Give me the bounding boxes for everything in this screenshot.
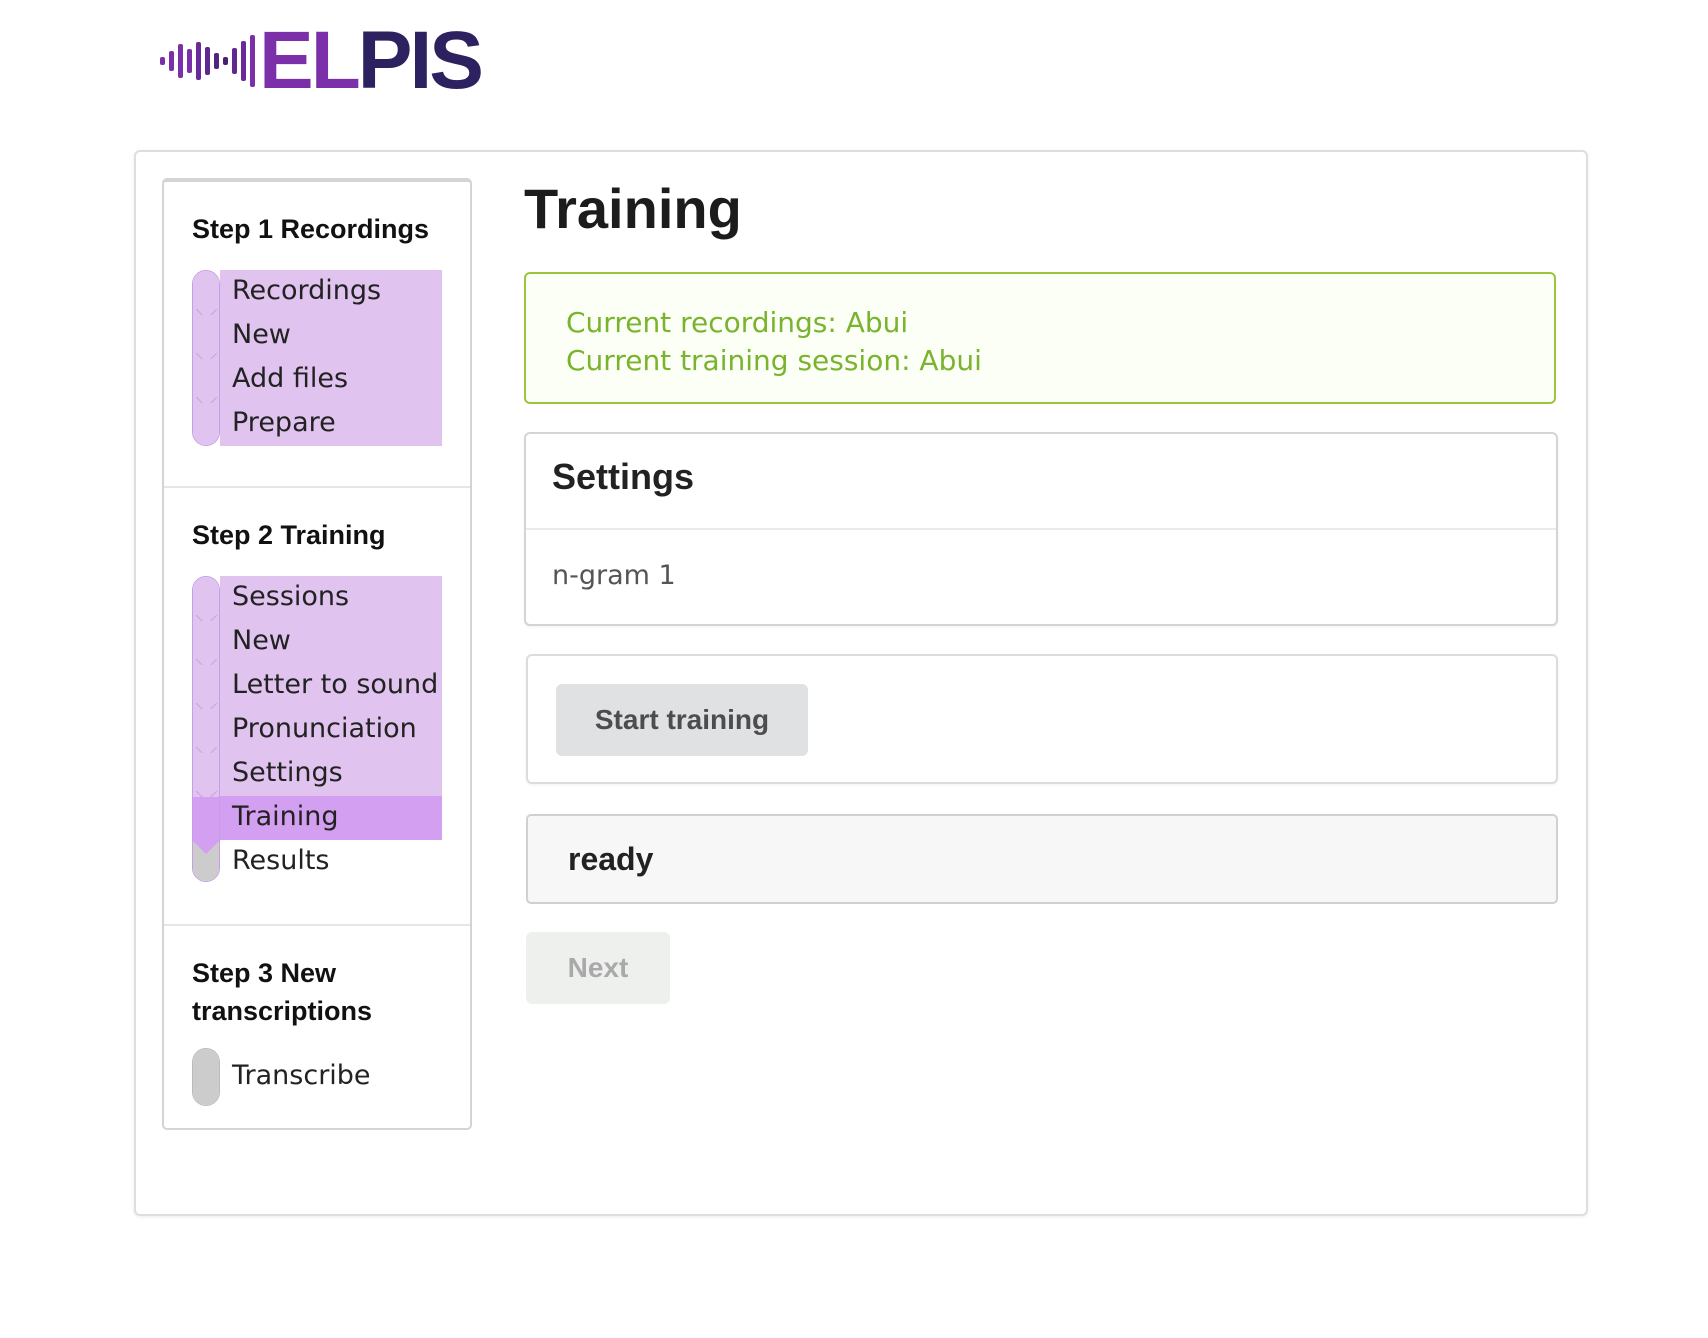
start-training-button[interactable]: Start training	[556, 684, 808, 756]
current-session-notice: Current recordings: Abui Current trainin…	[524, 272, 1556, 404]
step-3-substeps: Transcribe	[192, 1048, 444, 1106]
substep-sessions[interactable]: Sessions	[220, 576, 442, 620]
substep-pronunciation[interactable]: Pronunciation	[220, 708, 442, 752]
page-title: Training	[524, 177, 742, 240]
step-sidebar: Step 1 Recordings Recordings New Add fil…	[162, 178, 472, 1130]
substep-results[interactable]: Results	[220, 840, 442, 884]
settings-panel: Settings n-gram 1	[524, 432, 1558, 626]
step-title: Step 3 New transcriptions	[192, 958, 373, 1026]
substep-recordings[interactable]: Recordings	[220, 270, 442, 314]
next-button[interactable]: Next	[526, 932, 670, 1004]
step-3: Step 3 New transcriptions Transcribe	[164, 924, 470, 1130]
substep-transcribe[interactable]: Transcribe	[220, 1048, 442, 1106]
substep-prepare[interactable]: Prepare	[220, 402, 442, 446]
substep-training[interactable]: Training	[220, 796, 442, 840]
step-2-substeps: Sessions New Letter to sound Pronunciati…	[192, 576, 444, 884]
waveform-icon	[160, 35, 255, 87]
step-1: Step 1 Recordings Recordings New Add fil…	[164, 182, 470, 486]
step-3-progress-track	[192, 1048, 220, 1106]
training-status: ready	[526, 814, 1558, 904]
substep-new-session[interactable]: New	[220, 620, 442, 664]
elpis-logo: ELPIS	[160, 20, 484, 102]
step-1-progress-track	[192, 270, 220, 446]
training-panel: Start training	[526, 654, 1558, 784]
settings-header: Settings	[526, 434, 1556, 530]
substep-new-recordings[interactable]: New	[220, 314, 442, 358]
current-session-text: Current training session: Abui	[566, 344, 982, 377]
substep-settings[interactable]: Settings	[220, 752, 442, 796]
current-recordings-text: Current recordings: Abui	[566, 306, 909, 339]
step-title: Step 2 Training	[192, 520, 386, 550]
step-2-progress-track	[192, 576, 220, 882]
substep-add-files[interactable]: Add files	[220, 358, 442, 402]
logo-wordmark: ELPIS	[259, 15, 484, 106]
settings-value: n-gram 1	[552, 560, 676, 591]
step-1-substeps: Recordings New Add files Prepare	[192, 270, 444, 446]
step-title: Step 1 Recordings	[192, 214, 430, 244]
step-2: Step 2 Training Sessions New Letter to s…	[164, 486, 470, 924]
substep-letter-to-sound[interactable]: Letter to sound	[220, 664, 442, 708]
